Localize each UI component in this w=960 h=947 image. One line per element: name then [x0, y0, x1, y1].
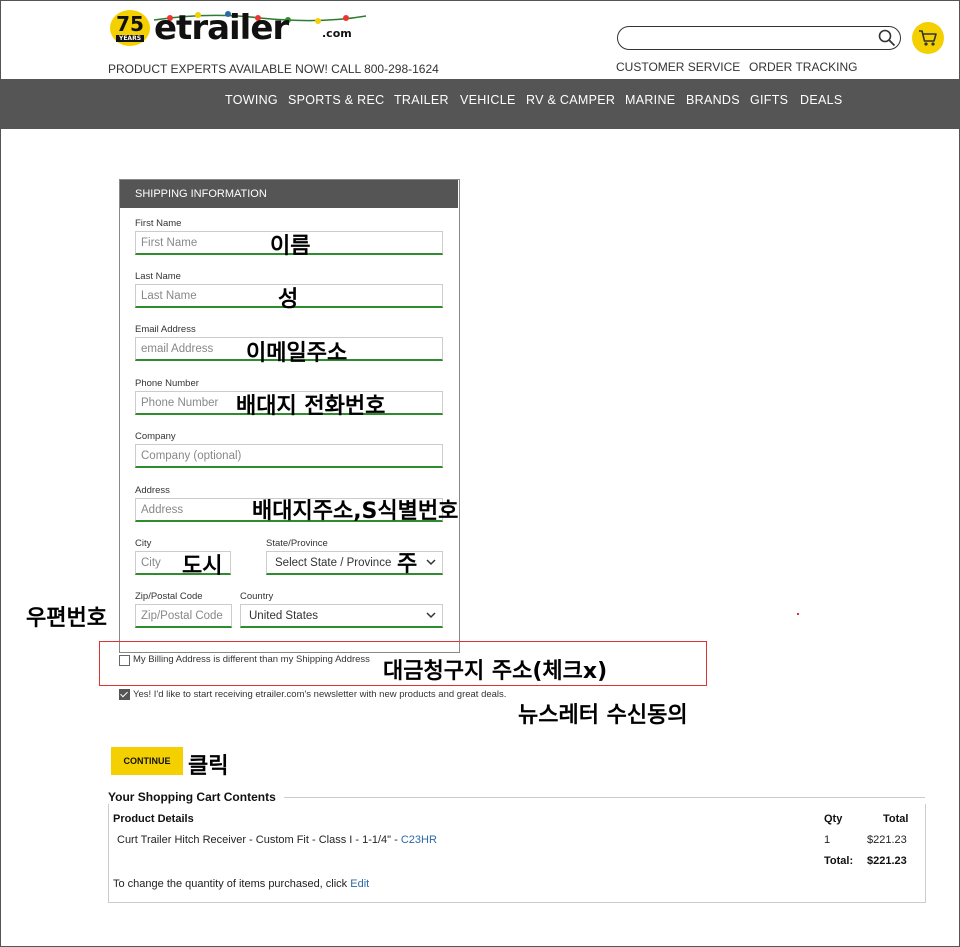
- city-placeholder: City: [141, 557, 161, 569]
- search-input[interactable]: [617, 26, 901, 50]
- logo-wordmark[interactable]: etrailer: [154, 8, 289, 48]
- zip-field[interactable]: Zip/Postal Code: [135, 604, 232, 628]
- cart-header-qty: Qty: [824, 813, 843, 825]
- annotation-zip: 우편번호: [26, 606, 107, 631]
- annotation-billing: 대금청구지 주소(체크x): [383, 659, 608, 684]
- cart-item-row: Curt Trailer Hitch Receiver - Custom Fit…: [117, 834, 437, 846]
- customer-service-link[interactable]: CUSTOMER SERVICE: [616, 60, 740, 74]
- phone-placeholder: Phone Number: [141, 397, 219, 409]
- cart-change-text: To change the quantity of items purchase…: [113, 878, 351, 890]
- tagline: PRODUCT EXPERTS AVAILABLE NOW! CALL 800-…: [108, 62, 439, 76]
- red-dot-mark: [797, 613, 799, 615]
- cart-header-details: Product Details: [113, 813, 194, 825]
- cart-header-total: Total: [883, 813, 909, 825]
- annotation-phone: 배대지 전화번호: [236, 394, 386, 419]
- company-placeholder: Company (optional): [141, 450, 242, 462]
- last-name-label: Last Name: [135, 271, 181, 282]
- country-select[interactable]: United States: [240, 604, 443, 628]
- last-name-placeholder: Last Name: [141, 290, 197, 302]
- nav-marine[interactable]: MARINE: [625, 93, 675, 107]
- nav-trailer[interactable]: TRAILER: [394, 93, 449, 107]
- nav-sports-rec[interactable]: SPORTS & REC: [288, 93, 384, 107]
- cart-item-code-link[interactable]: C23HR: [401, 834, 437, 846]
- nav-towing[interactable]: TOWING: [225, 93, 278, 107]
- newsletter-checkbox[interactable]: [119, 689, 130, 700]
- email-label: Email Address: [135, 324, 196, 335]
- annotation-continue: 클릭: [188, 754, 229, 779]
- logo-suffix: .com: [322, 27, 352, 40]
- email-placeholder: email Address: [141, 343, 214, 355]
- city-label: City: [135, 538, 152, 549]
- chevron-down-icon: [426, 612, 436, 619]
- cart-item-total: $221.23: [867, 834, 907, 846]
- nav-gifts[interactable]: GIFTS: [750, 93, 788, 107]
- annotation-state: 주: [397, 552, 418, 577]
- cart-total-value: $221.23: [867, 855, 907, 867]
- annotation-email: 이메일주소: [246, 341, 348, 366]
- chevron-down-icon: [426, 559, 436, 566]
- company-field[interactable]: Company (optional): [135, 444, 443, 468]
- cart-edit-link[interactable]: Edit: [350, 878, 369, 890]
- nav-brands[interactable]: BRANDS: [686, 93, 740, 107]
- logo-75-years-badge[interactable]: 75 YEARS: [110, 10, 150, 46]
- search-icon[interactable]: [878, 29, 896, 47]
- state-label: State/Province: [266, 538, 328, 549]
- cart-button[interactable]: [912, 22, 944, 54]
- address-label: Address: [135, 485, 170, 496]
- continue-button-label: CONTINUE: [123, 756, 171, 766]
- country-label: Country: [240, 591, 274, 602]
- main-nav: TOWING SPORTS & REC TRAILER VEHICLE RV &…: [1, 79, 959, 129]
- cart-change-quantity-text: To change the quantity of items purchase…: [113, 878, 369, 890]
- cart-item-qty: 1: [824, 834, 831, 846]
- cart-title: Your Shopping Cart Contents: [108, 790, 276, 804]
- nav-deals[interactable]: DEALS: [800, 93, 843, 107]
- company-label: Company: [135, 431, 176, 442]
- cart-total-label: Total:: [824, 855, 854, 867]
- logo-years-number: 75: [116, 12, 144, 36]
- first-name-label: First Name: [135, 218, 182, 229]
- shipping-form-title: SHIPPING INFORMATION: [135, 188, 267, 200]
- order-tracking-link[interactable]: ORDER TRACKING: [749, 60, 857, 74]
- zip-placeholder: Zip/Postal Code: [141, 610, 223, 622]
- annotation-first-name: 이름: [270, 234, 311, 259]
- zip-label: Zip/Postal Code: [135, 591, 203, 602]
- nav-vehicle[interactable]: VEHICLE: [460, 93, 516, 107]
- annotation-city: 도시: [182, 554, 223, 579]
- annotation-newsletter: 뉴스레터 수신동의: [518, 703, 688, 728]
- phone-label: Phone Number: [135, 378, 199, 389]
- annotation-last-name: 성: [278, 287, 299, 312]
- address-placeholder: Address: [141, 504, 184, 516]
- continue-button[interactable]: CONTINUE: [111, 747, 183, 775]
- cart-title-rule: [284, 797, 925, 798]
- logo-years-label: YEARS: [116, 35, 144, 42]
- nav-rv-camper[interactable]: RV & CAMPER: [526, 93, 615, 107]
- annotation-address: 배대지주소,S식별번호: [252, 499, 459, 524]
- state-selected-value: Select State / Province: [275, 557, 392, 569]
- newsletter-label: Yes! I'd like to start receiving etraile…: [133, 689, 507, 700]
- shopping-cart-icon: [919, 30, 937, 46]
- shipping-form-header: SHIPPING INFORMATION: [120, 180, 458, 208]
- country-selected-value: United States: [249, 610, 319, 622]
- first-name-placeholder: First Name: [141, 237, 198, 249]
- cart-item-name: Curt Trailer Hitch Receiver - Custom Fit…: [117, 834, 401, 846]
